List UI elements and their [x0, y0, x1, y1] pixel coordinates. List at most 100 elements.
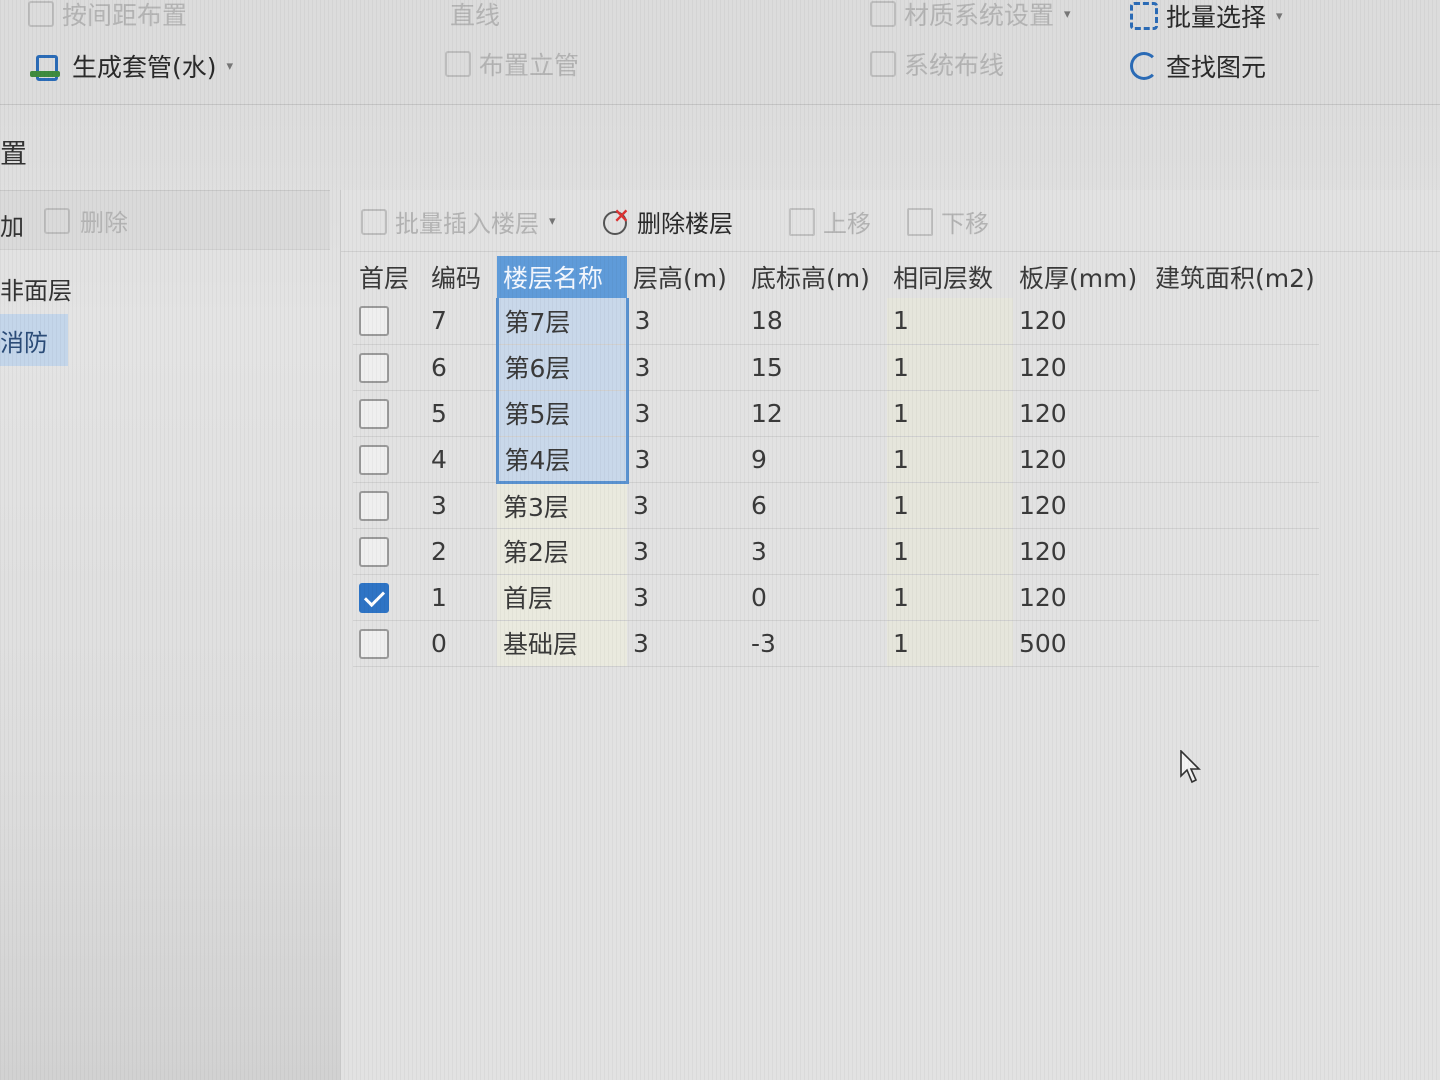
- floor-name-cell[interactable]: 基础层: [497, 620, 627, 667]
- floor-height-cell[interactable]: 3: [627, 574, 745, 621]
- code-cell[interactable]: 7: [425, 298, 497, 345]
- header-floor-name[interactable]: 楼层名称: [497, 256, 627, 298]
- table-row[interactable]: 6 第6层 3 15 1 120: [353, 344, 1319, 391]
- first-floor-checkbox[interactable]: [359, 582, 389, 613]
- table-row[interactable]: 5 第5层 3 12 1 120: [353, 390, 1319, 437]
- header-base-elevation[interactable]: 底标高(m): [745, 256, 887, 298]
- building-area-cell[interactable]: [1149, 298, 1319, 345]
- floor-name-cell[interactable]: 第3层: [497, 482, 627, 529]
- batch-insert-button[interactable]: 批量插入楼层 ▾: [361, 204, 556, 239]
- delete-floor-button[interactable]: 删除楼层: [599, 203, 733, 239]
- first-floor-checkbox[interactable]: [359, 536, 389, 567]
- building-area-cell[interactable]: [1149, 482, 1319, 529]
- line-label: 直线: [450, 1, 501, 30]
- layout-riser-button[interactable]: 布置立管: [445, 46, 579, 82]
- same-floor-count-cell[interactable]: 1: [887, 620, 1013, 667]
- slab-thickness-cell[interactable]: 500: [1013, 620, 1149, 667]
- first-floor-checkbox[interactable]: [359, 444, 389, 475]
- table-row[interactable]: 3 第3层 3 6 1 120: [353, 482, 1319, 529]
- floor-name-cell[interactable]: 第7层: [495, 298, 629, 345]
- floor-name-cell[interactable]: 第5层: [495, 390, 629, 437]
- code-cell[interactable]: 0: [425, 620, 497, 667]
- code-cell[interactable]: 2: [425, 528, 497, 575]
- base-elevation-cell[interactable]: 3: [745, 528, 887, 575]
- delete-floor-icon: [599, 203, 630, 237]
- base-elevation-cell[interactable]: 0: [745, 574, 887, 621]
- code-cell[interactable]: 6: [425, 344, 497, 391]
- move-down-button[interactable]: 下移: [907, 204, 989, 239]
- building-area-cell[interactable]: [1149, 574, 1319, 621]
- header-same-floor-count[interactable]: 相同层数: [887, 256, 1013, 298]
- floor-height-cell[interactable]: 3: [627, 528, 745, 575]
- floor-height-cell[interactable]: 3: [627, 482, 745, 529]
- same-floor-count-cell[interactable]: 1: [887, 298, 1013, 345]
- same-floor-count-cell[interactable]: 1: [887, 436, 1013, 483]
- base-elevation-cell[interactable]: -3: [745, 620, 887, 667]
- base-elevation-cell[interactable]: 6: [745, 482, 887, 529]
- line-button[interactable]: 直线: [450, 0, 500, 32]
- same-floor-count-cell[interactable]: 1: [887, 574, 1013, 621]
- first-floor-checkbox[interactable]: [359, 352, 389, 383]
- first-floor-checkbox[interactable]: [359, 306, 389, 337]
- system-wiring-button[interactable]: 系统布线: [870, 46, 1004, 82]
- first-floor-checkbox[interactable]: [359, 628, 389, 659]
- floor-height-cell[interactable]: 3: [627, 344, 745, 391]
- header-code[interactable]: 编码: [425, 256, 497, 298]
- code-cell[interactable]: 4: [425, 436, 497, 483]
- same-floor-count-cell[interactable]: 1: [887, 344, 1013, 391]
- batch-select-button[interactable]: 批量选择 ▾: [1130, 0, 1283, 34]
- delete-button[interactable]: 删除: [44, 203, 128, 238]
- header-first-floor[interactable]: 首层: [353, 256, 425, 298]
- base-elevation-cell[interactable]: 9: [745, 436, 887, 483]
- first-floor-checkbox[interactable]: [359, 490, 389, 521]
- list-item-non-surface[interactable]: 非面层: [0, 262, 330, 314]
- code-cell[interactable]: 3: [425, 482, 497, 529]
- first-floor-checkbox[interactable]: [359, 398, 389, 429]
- header-slab-thickness[interactable]: 板厚(mm): [1013, 256, 1149, 298]
- same-floor-count-cell[interactable]: 1: [887, 482, 1013, 529]
- slab-thickness-cell[interactable]: 120: [1013, 298, 1149, 345]
- slab-thickness-cell[interactable]: 120: [1013, 528, 1149, 575]
- list-item-label: 消防: [0, 328, 48, 357]
- building-area-cell[interactable]: [1149, 620, 1319, 667]
- find-element-button[interactable]: 查找图元: [1130, 48, 1266, 84]
- base-elevation-cell[interactable]: 15: [745, 344, 887, 391]
- slab-thickness-cell[interactable]: 120: [1013, 482, 1149, 529]
- floor-height-cell[interactable]: 3: [627, 436, 745, 483]
- slab-thickness-cell[interactable]: 120: [1013, 436, 1149, 483]
- spacing-layout-button[interactable]: 按间距布置: [28, 0, 187, 32]
- floor-name-cell[interactable]: 第2层: [497, 528, 627, 575]
- floor-name-cell[interactable]: 第6层: [495, 344, 629, 391]
- generate-sleeve-button[interactable]: 生成套管(水) ▾: [30, 48, 233, 84]
- code-cell[interactable]: 1: [425, 574, 497, 621]
- same-floor-count-cell[interactable]: 1: [887, 528, 1013, 575]
- building-area-cell[interactable]: [1149, 344, 1319, 391]
- building-area-cell[interactable]: [1149, 528, 1319, 575]
- generate-sleeve-label: 生成套管(水): [72, 53, 217, 82]
- code-cell[interactable]: 5: [425, 390, 497, 437]
- slab-thickness-cell[interactable]: 120: [1013, 390, 1149, 437]
- slab-thickness-cell[interactable]: 120: [1013, 574, 1149, 621]
- floor-height-cell[interactable]: 3: [627, 390, 745, 437]
- base-elevation-cell[interactable]: 18: [745, 298, 887, 345]
- building-area-cell[interactable]: [1149, 436, 1319, 483]
- floor-name-cell[interactable]: 第4层: [495, 436, 629, 484]
- table-row[interactable]: 4 第4层 3 9 1 120: [353, 436, 1319, 484]
- list-item-fire[interactable]: 消防: [0, 314, 68, 366]
- add-button[interactable]: 加: [0, 207, 24, 242]
- floor-height-cell[interactable]: 3: [627, 298, 745, 345]
- slab-thickness-cell[interactable]: 120: [1013, 344, 1149, 391]
- table-row[interactable]: 7 第7层 3 18 1 120: [353, 298, 1319, 345]
- floor-name-cell[interactable]: 首层: [497, 574, 627, 621]
- table-row[interactable]: 0 基础层 3 -3 1 500: [353, 620, 1319, 667]
- base-elevation-cell[interactable]: 12: [745, 390, 887, 437]
- table-row[interactable]: 2 第2层 3 3 1 120: [353, 528, 1319, 575]
- floor-height-cell[interactable]: 3: [627, 620, 745, 667]
- move-up-button[interactable]: 上移: [789, 204, 871, 239]
- header-floor-height[interactable]: 层高(m): [627, 256, 745, 298]
- same-floor-count-cell[interactable]: 1: [887, 390, 1013, 437]
- material-system-button[interactable]: 材质系统设置 ▾: [870, 0, 1071, 32]
- table-row[interactable]: 1 首层 3 0 1 120: [353, 574, 1319, 621]
- building-area-cell[interactable]: [1149, 390, 1319, 437]
- header-building-area[interactable]: 建筑面积(m2): [1149, 256, 1319, 298]
